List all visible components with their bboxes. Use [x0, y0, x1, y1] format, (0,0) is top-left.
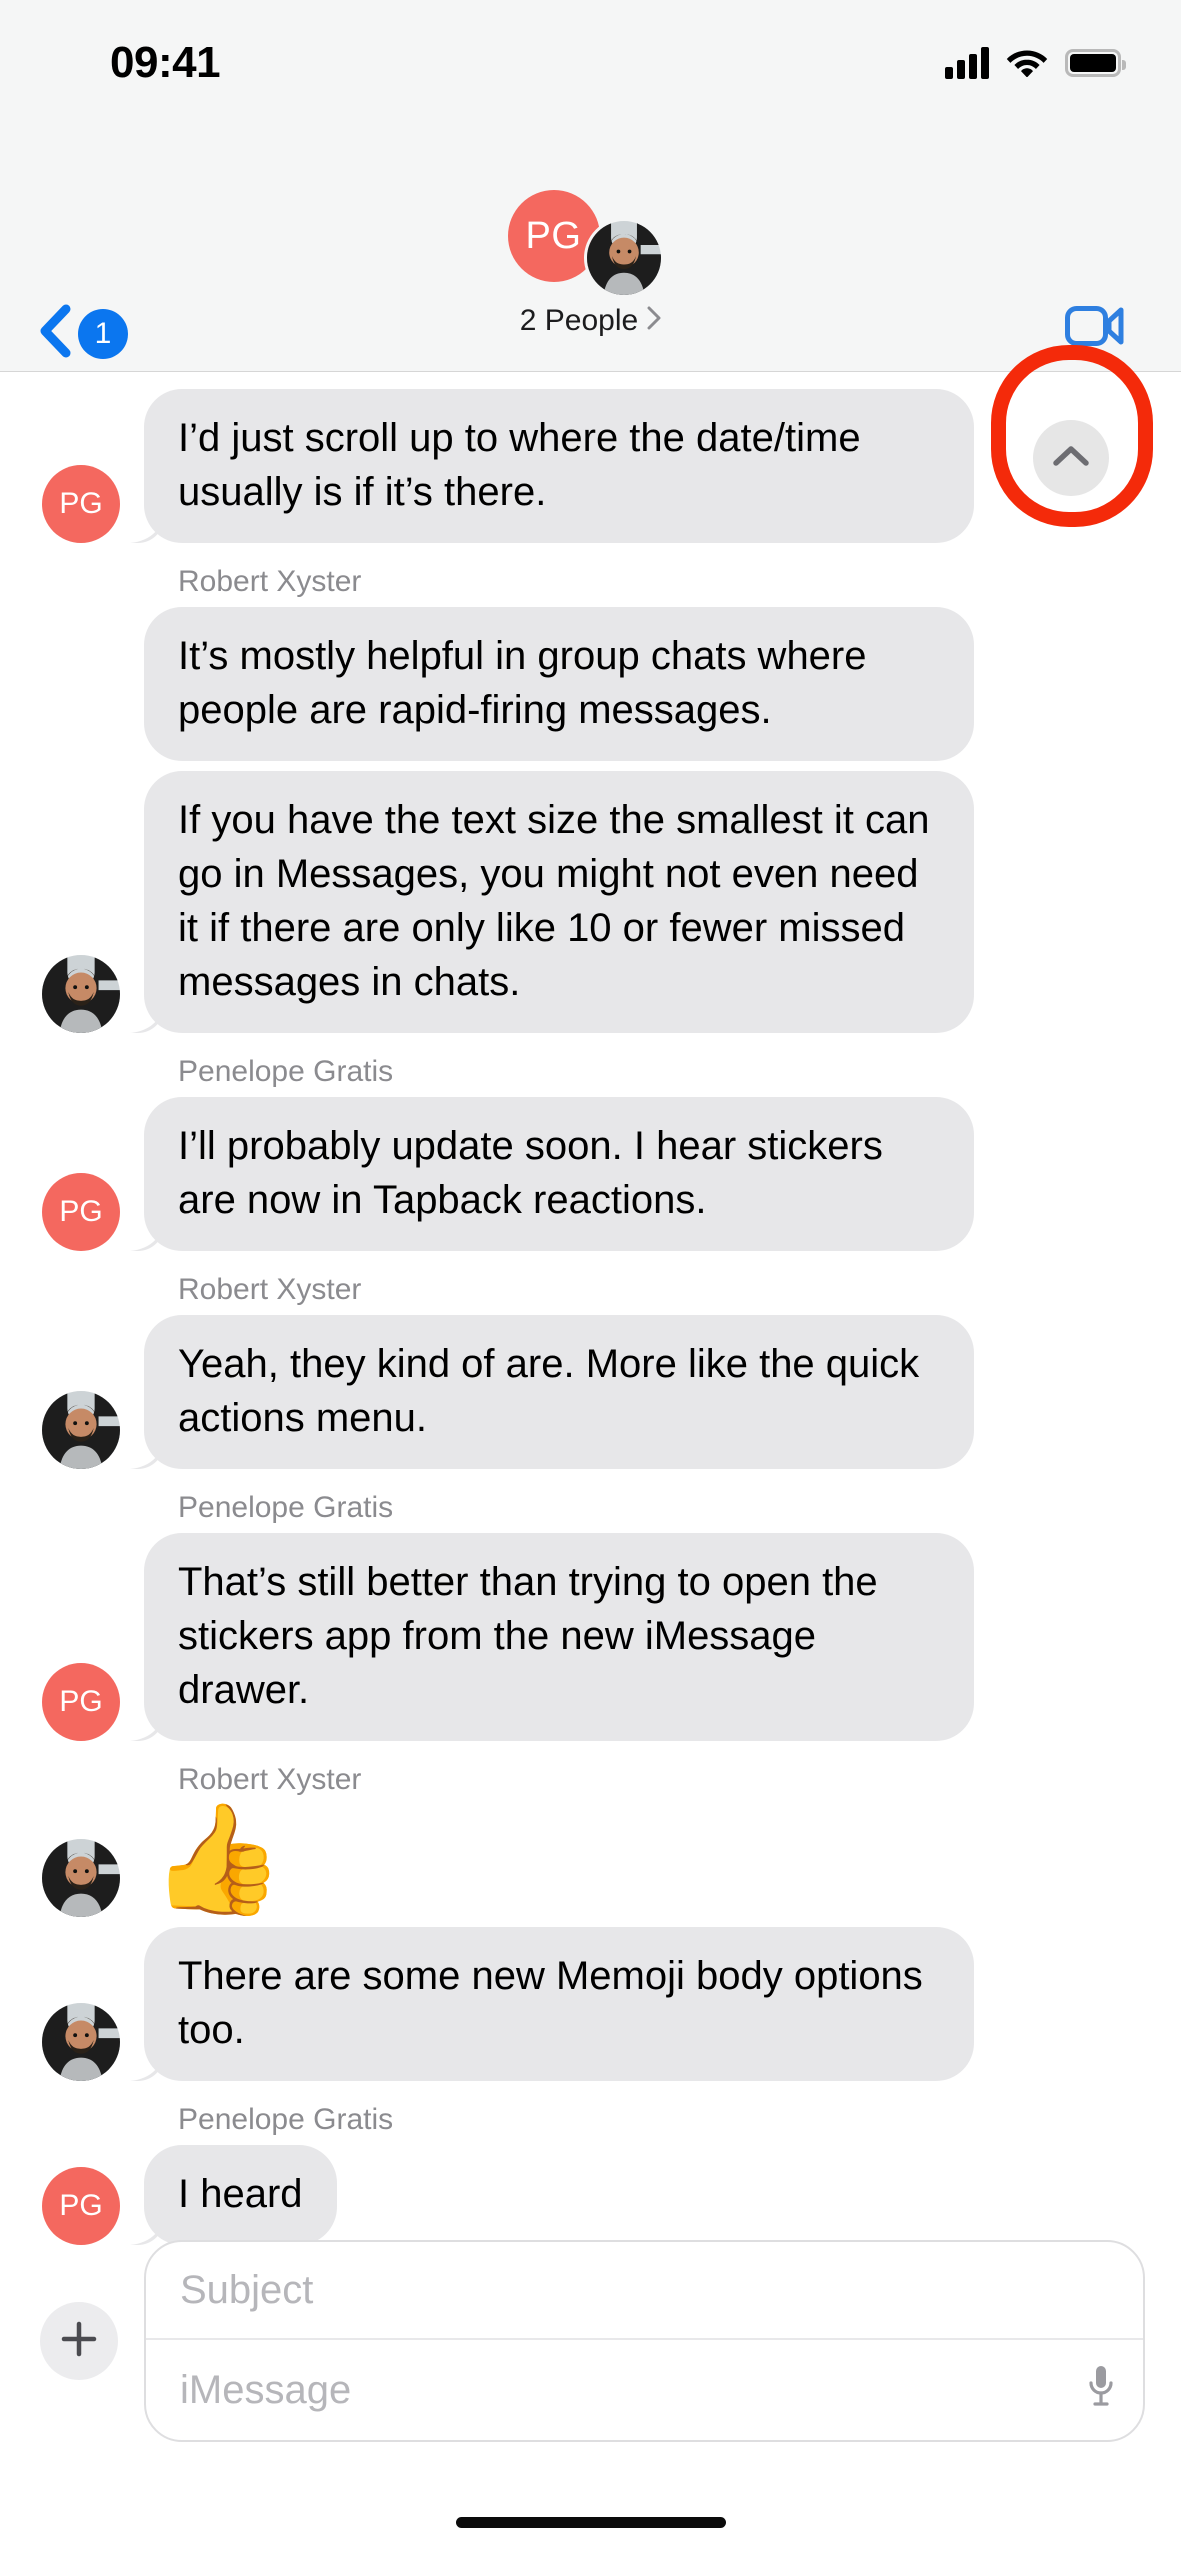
battery-full-icon — [1065, 49, 1126, 77]
scroll-to-unread-button[interactable] — [1033, 420, 1109, 496]
avatar-slot: PG — [42, 1173, 136, 1251]
status-bar-indicators — [945, 45, 1126, 82]
avatar-penelope-gratis: PG — [42, 2167, 120, 2245]
plus-icon — [60, 2320, 98, 2363]
avatar-slot: PG — [42, 1663, 136, 1741]
compose-box: Subject iMessage — [144, 2240, 1145, 2442]
status-bar-time: 09:41 — [110, 38, 221, 87]
message-bubble[interactable]: If you have the text size the smallest i… — [144, 771, 974, 1033]
message-row: If you have the text size the smallest i… — [0, 771, 1181, 1033]
attachments-plus-button[interactable] — [40, 2302, 118, 2380]
message-row: Yeah, they kind of are. More like the qu… — [0, 1315, 1181, 1469]
chevron-right-icon — [647, 304, 661, 338]
subject-input[interactable]: Subject — [146, 2242, 1143, 2340]
message-row: It’s mostly helpful in group chats where… — [0, 607, 1181, 761]
imessage-input[interactable]: iMessage — [180, 2368, 351, 2413]
message-list[interactable]: PG I’d just scroll up to where the date/t… — [0, 373, 1181, 2257]
message-sender-label: Penelope Gratis — [178, 1491, 394, 1524]
message-row: PG I’ll probably update soon. I hear stic… — [0, 1097, 1181, 1251]
avatar-robert-xyster — [42, 2003, 120, 2081]
facetime-video-button[interactable] — [1065, 304, 1125, 348]
message-row: There are some new Memoji body options t… — [0, 1927, 1181, 2081]
message-bubble[interactable]: That’s still better than trying to open … — [144, 1533, 974, 1741]
chevron-up-icon — [1052, 444, 1090, 473]
message-sender-label: Penelope Gratis — [178, 2103, 394, 2136]
avatar-robert-xyster — [42, 1839, 120, 1917]
message-row: PG I heard — [0, 2145, 1181, 2245]
message-sender-label: Robert Xyster — [178, 1273, 362, 1306]
avatar-stack: PG — [496, 190, 686, 300]
message-bubble[interactable]: I heard — [144, 2145, 337, 2245]
video-camera-icon — [1065, 306, 1125, 352]
avatar-robert-xyster — [42, 955, 120, 1033]
avatar-penelope-gratis: PG — [42, 465, 120, 543]
avatar-slot — [42, 955, 136, 1033]
imessage-input-row[interactable]: iMessage — [146, 2340, 1143, 2440]
message-bubble[interactable]: I’d just scroll up to where the date/tim… — [144, 389, 974, 543]
message-row: 👍 — [0, 1805, 1181, 1917]
message-sender-label: Robert Xyster — [178, 565, 362, 598]
status-bar: 09:41 — [0, 0, 1181, 108]
signal-bars-icon — [945, 47, 989, 79]
avatar-penelope-gratis: PG — [42, 1663, 120, 1741]
participants-summary[interactable]: 2 People — [520, 304, 661, 338]
message-row: PG I’d just scroll up to where the date/t… — [0, 389, 1181, 543]
message-bubble[interactable]: I’ll probably update soon. I hear sticke… — [144, 1097, 974, 1251]
avatar-robert-xyster — [42, 1391, 120, 1469]
avatar-penelope-gratis: PG — [42, 1173, 120, 1251]
avatar-slot — [42, 1839, 136, 1917]
avatar-slot: PG — [42, 465, 136, 543]
message-sender-label: Penelope Gratis — [178, 1055, 394, 1088]
compose-bar: Subject iMessage — [0, 2240, 1181, 2442]
avatar-slot — [42, 2003, 136, 2081]
message-emoji[interactable]: 👍 — [150, 1805, 284, 1917]
wifi-icon — [1006, 45, 1048, 82]
conversation-title-group[interactable]: PG 2 People — [0, 190, 1181, 338]
messages-app-screen: 09:41 1 PG 2 People PG I’d just scroll u… — [0, 0, 1181, 2560]
message-row: PG That’s still better than trying to ope… — [0, 1533, 1181, 1741]
message-bubble[interactable]: It’s mostly helpful in group chats where… — [144, 607, 974, 761]
home-indicator — [455, 2517, 726, 2528]
message-bubble[interactable]: There are some new Memoji body options t… — [144, 1927, 974, 2081]
microphone-icon[interactable] — [1087, 2363, 1115, 2417]
message-sender-label: Robert Xyster — [178, 1763, 362, 1796]
avatar-robert-xyster — [583, 218, 664, 298]
avatar-slot: PG — [42, 2167, 136, 2245]
avatar-slot — [42, 1391, 136, 1469]
navigation-bar: 1 PG 2 People — [0, 108, 1181, 372]
participants-label: 2 People — [519, 304, 639, 337]
message-bubble[interactable]: Yeah, they kind of are. More like the qu… — [144, 1315, 974, 1469]
